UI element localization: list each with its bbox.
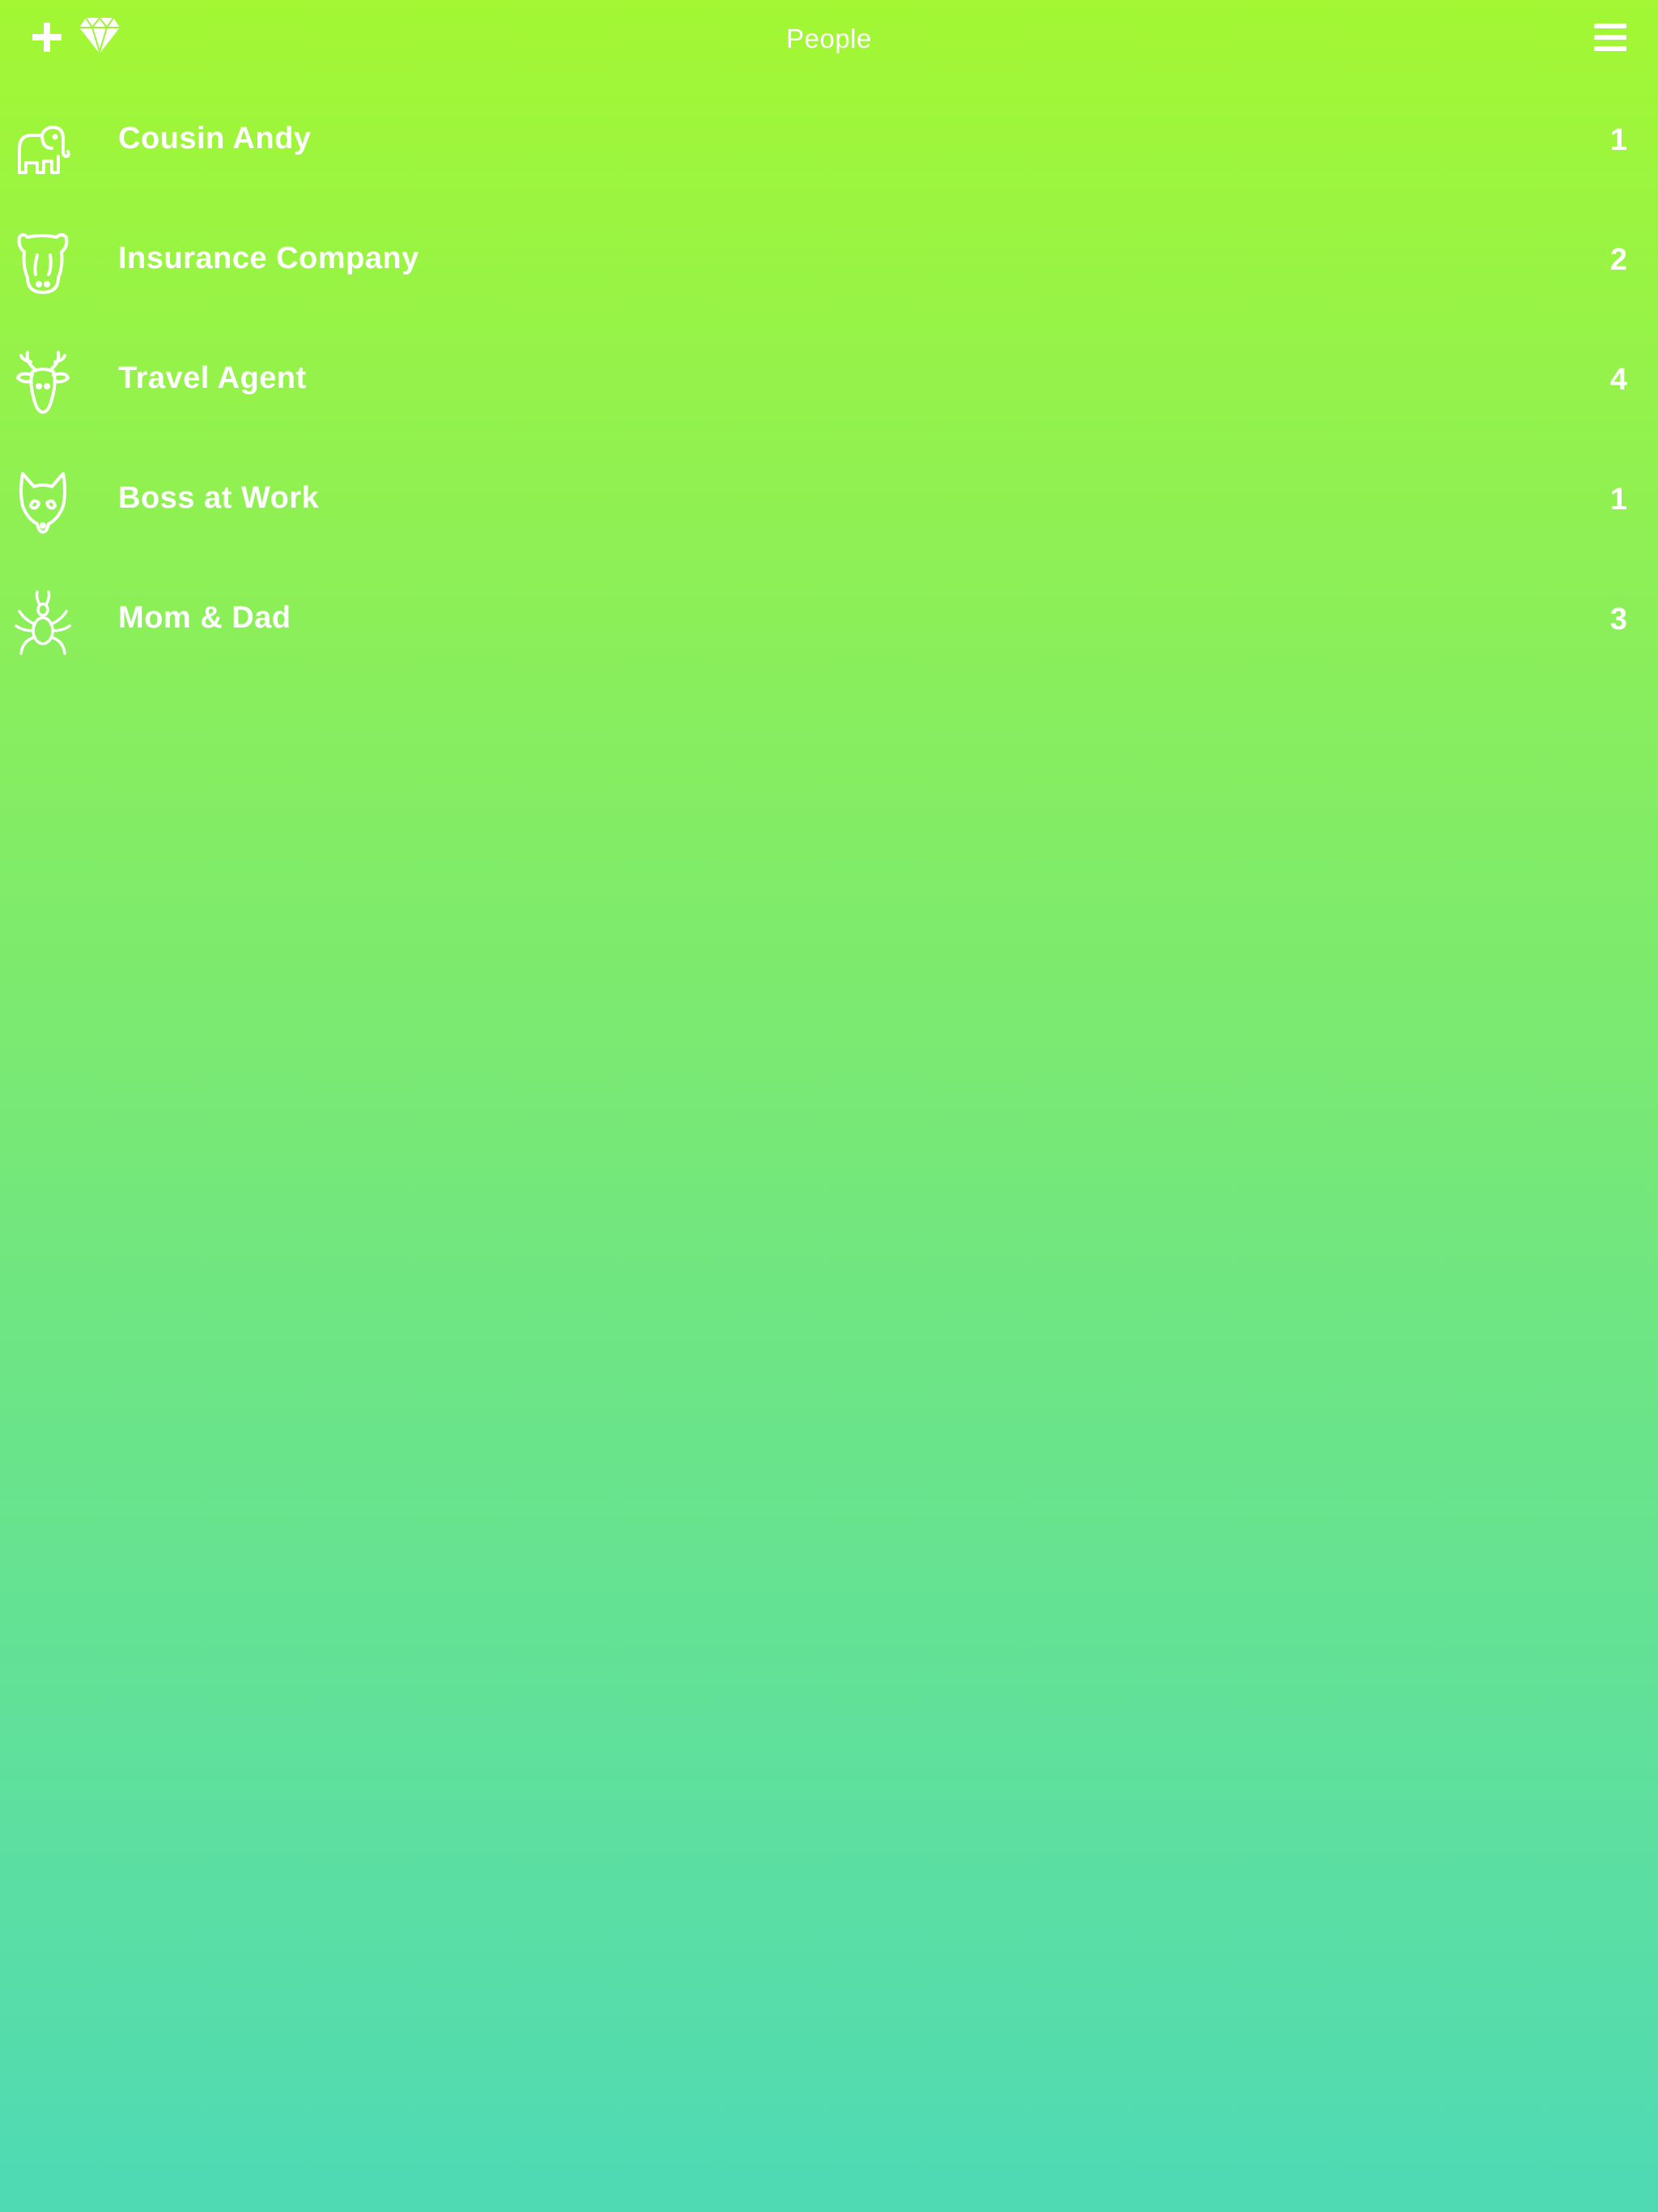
elephant-icon [18, 125, 70, 174]
list-item[interactable]: Insurance Company 2 [0, 217, 1658, 337]
item-count: 1 [1609, 123, 1627, 157]
person-name: Insurance Company [118, 241, 419, 275]
item-count: 3 [1609, 602, 1627, 636]
hippo-icon [17, 233, 69, 294]
item-count: 2 [1609, 243, 1627, 277]
person-name: Mom & Dad [118, 601, 291, 635]
spider-icon [15, 590, 71, 655]
page-title: People [786, 23, 872, 53]
list-item[interactable]: Boss at Work 1 [0, 457, 1658, 576]
deer-icon [16, 351, 70, 414]
list-item[interactable]: Cousin Andy 1 [0, 97, 1658, 217]
item-count: 4 [1609, 363, 1627, 397]
list-item[interactable]: Travel Agent 4 [0, 337, 1658, 457]
hamburger-menu-icon[interactable] [1594, 23, 1626, 52]
top-bar: People [0, 0, 1658, 81]
people-list: Cousin Andy 1 Insurance Company 2 Travel… [0, 97, 1658, 696]
person-name: Cousin Andy [118, 121, 312, 155]
item-count: 1 [1609, 483, 1627, 517]
fox-icon [19, 472, 66, 534]
person-name: Boss at Work [118, 481, 320, 515]
list-item[interactable]: Mom & Dad 3 [0, 576, 1658, 696]
person-name: Travel Agent [118, 361, 307, 395]
